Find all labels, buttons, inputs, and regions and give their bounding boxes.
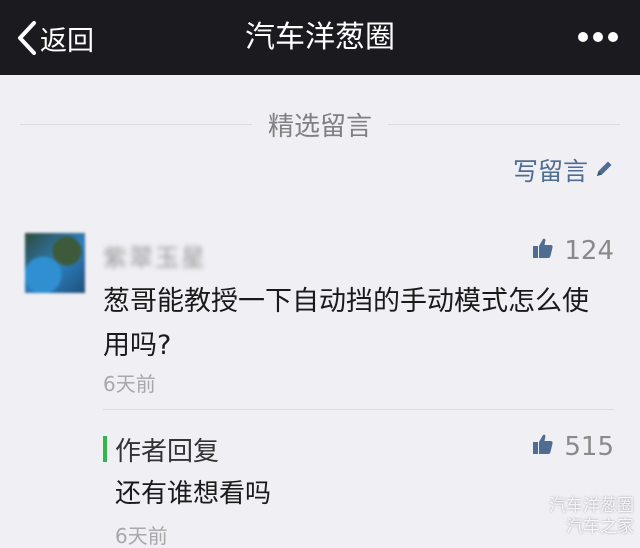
page-title: 汽车洋葱圈 (245, 20, 395, 55)
more-dot-icon (593, 32, 603, 42)
pencil-icon (594, 156, 614, 185)
more-dot-icon (608, 32, 618, 42)
write-comment-label: 写留言 (512, 157, 588, 186)
reply-like-count: 515 (564, 432, 614, 462)
section-title: 精选留言 (268, 111, 373, 142)
reply-text: 还有谁想看吗 (115, 479, 272, 509)
write-comment-button[interactable]: 写留言 (513, 152, 614, 188)
thumbs-up-icon (532, 432, 554, 462)
navigation-bar: 返回 汽车洋葱圈 (0, 0, 640, 75)
avatar[interactable] (25, 233, 85, 293)
back-label: 返回 (40, 25, 94, 57)
like-button[interactable]: 124 (532, 236, 614, 266)
watermark: 汽车洋葱圈 汽车之家 (549, 496, 634, 538)
watermark-line: 汽车洋葱圈 (549, 496, 634, 516)
commenter-name: 紫翠玉星 (103, 244, 207, 272)
back-button[interactable]: 返回 (16, 18, 94, 58)
like-count: 124 (564, 236, 614, 266)
reply-divider (103, 409, 614, 410)
comment-time: 6天前 (103, 372, 156, 396)
divider-line (20, 123, 252, 125)
chevron-left-icon (16, 20, 38, 56)
more-dot-icon (578, 32, 588, 42)
featured-comments-header: 精选留言 (20, 104, 621, 144)
watermark-line: 汽车之家 (566, 517, 634, 537)
thumbs-up-icon (532, 236, 554, 266)
reply-time: 6天前 (115, 524, 168, 548)
author-reply-label: 作者回复 (103, 433, 220, 467)
reply-label-text: 作者回复 (115, 436, 220, 467)
more-options-button[interactable] (578, 27, 618, 49)
reply-like-button[interactable]: 515 (532, 432, 614, 462)
comment-text: 葱哥能教授一下自动挡的手动模式怎么使用吗? (103, 286, 589, 361)
divider-line (388, 123, 621, 125)
reply-accent-bar (103, 436, 107, 462)
